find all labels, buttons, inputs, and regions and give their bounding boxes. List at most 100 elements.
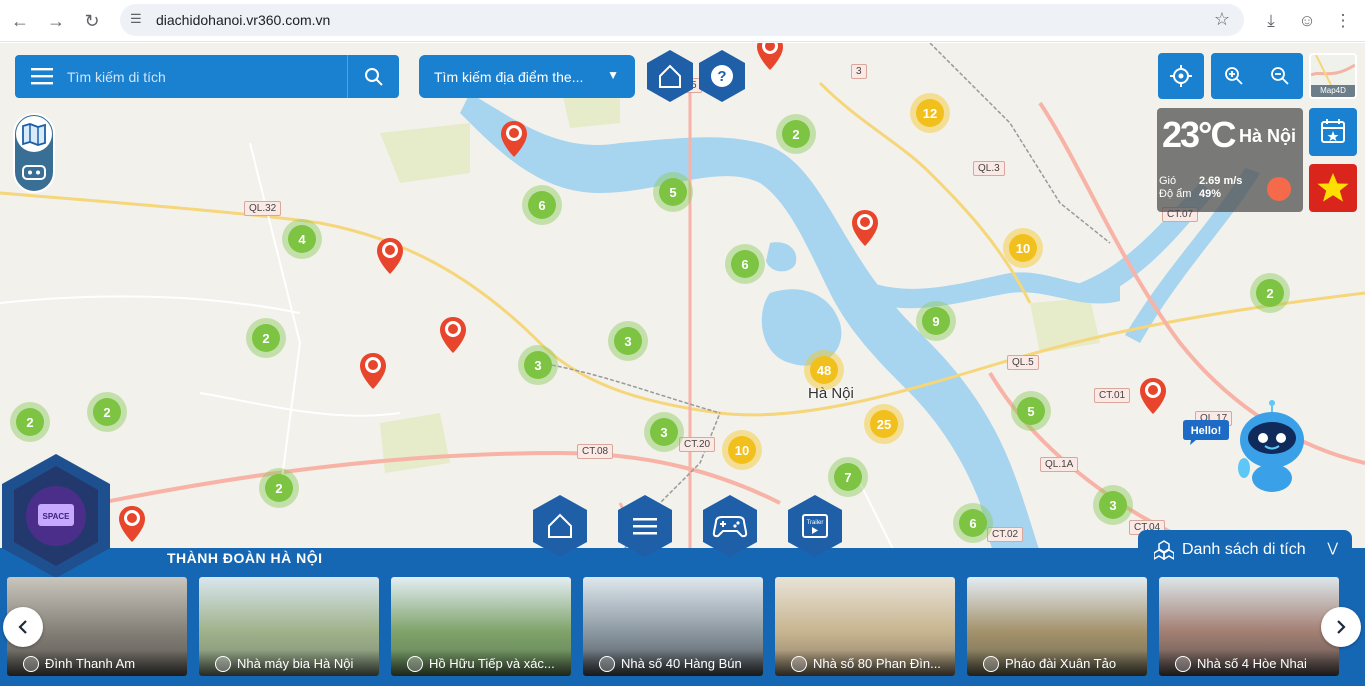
list-icon (633, 518, 657, 535)
location-pin-icon[interactable] (376, 237, 404, 275)
back-icon[interactable]: ← (8, 9, 32, 33)
heritage-card-title: Nhà số 80 Phan Đìn... (813, 656, 941, 671)
hamburger-menu-icon[interactable] (31, 67, 53, 85)
cluster-count: 6 (731, 250, 759, 278)
carousel-next-button[interactable] (1321, 607, 1361, 647)
chevron-down-icon: ▼ (607, 68, 619, 82)
location-pin-icon[interactable] (1139, 377, 1167, 415)
heritage-search-input[interactable] (67, 61, 357, 92)
chatbot-robot-icon[interactable] (1232, 398, 1306, 494)
cluster-count: 6 (528, 191, 556, 219)
cluster-marker[interactable]: 10 (722, 430, 762, 470)
cluster-marker[interactable]: 2 (87, 392, 127, 432)
calendar-button[interactable] (1309, 108, 1357, 156)
home-hex-button[interactable] (646, 49, 694, 103)
cluster-marker[interactable]: 2 (259, 468, 299, 508)
cluster-marker[interactable]: 3 (644, 412, 684, 452)
humidity-label: Độ ẩm (1159, 188, 1192, 200)
cluster-count: 2 (93, 398, 121, 426)
heritage-card[interactable]: Nhà máy bia Hà Nội (199, 577, 379, 676)
vietnam-flag-button[interactable] (1309, 164, 1357, 212)
locate-button[interactable] (1158, 53, 1204, 99)
map4d-layer-button[interactable]: Map4D (1309, 53, 1357, 99)
location-pin-icon[interactable] (118, 505, 146, 543)
cluster-count: 25 (870, 410, 898, 438)
cluster-count: 7 (834, 463, 862, 491)
home-bottom-button[interactable] (532, 494, 588, 558)
cluster-marker[interactable]: 2 (246, 318, 286, 358)
chevron-left-icon (18, 620, 27, 634)
cluster-count: 3 (1099, 491, 1127, 519)
cluster-marker[interactable]: 2 (1250, 273, 1290, 313)
map-view-icon[interactable] (15, 115, 53, 153)
cluster-marker[interactable]: 5 (653, 172, 693, 212)
cluster-marker[interactable]: 6 (953, 503, 993, 543)
road-label-ql32: QL.32 (244, 201, 282, 216)
sun-icon (1267, 177, 1291, 201)
trailer-bottom-button[interactable]: Trailer (787, 494, 843, 558)
site-info-icon[interactable]: ☰ (130, 11, 148, 29)
cluster-marker[interactable]: 12 (910, 93, 950, 133)
zoom-out-button[interactable] (1257, 53, 1303, 99)
cluster-marker[interactable]: 3 (1093, 485, 1133, 525)
forward-icon[interactable]: → (44, 9, 68, 33)
location-pin-icon[interactable] (756, 43, 784, 71)
road-label-ct20: CT.20 (679, 437, 716, 452)
cluster-marker[interactable]: 3 (518, 345, 558, 385)
hello-speech-bubble[interactable]: Hello! (1182, 418, 1230, 446)
panorama-icon (791, 656, 807, 672)
bookmark-star-icon[interactable]: ☆ (1214, 9, 1230, 30)
space-hex-button[interactable]: SPACE (0, 452, 112, 580)
location-pin-icon[interactable] (359, 352, 387, 390)
panorama-icon (215, 656, 231, 672)
help-hex-button[interactable]: ? (698, 49, 746, 103)
cluster-count: 12 (916, 99, 944, 127)
profile-icon[interactable]: ☺ (1295, 9, 1319, 33)
zoom-in-button[interactable] (1211, 53, 1257, 99)
cluster-marker[interactable]: 6 (725, 244, 765, 284)
map4d-label: Map4D (1311, 85, 1355, 97)
cluster-count: 2 (1256, 279, 1284, 307)
hello-text: Hello! (1191, 425, 1222, 437)
crosshair-icon (1170, 65, 1192, 87)
zoom-in-icon (1225, 67, 1243, 85)
browser-menu-icon[interactable]: ⋮ (1331, 9, 1355, 33)
cluster-count: 2 (16, 408, 44, 436)
game-bottom-button[interactable] (702, 494, 758, 558)
heritage-card[interactable]: Pháo đài Xuân Tảo (967, 577, 1147, 676)
heritage-card[interactable]: Hồ Hữu Tiếp và xác... (391, 577, 571, 676)
cluster-marker[interactable]: 25 (864, 404, 904, 444)
cluster-marker[interactable]: 7 (828, 457, 868, 497)
cluster-marker[interactable]: 4 (282, 219, 322, 259)
humidity-value: 49% (1199, 188, 1222, 200)
cluster-marker[interactable]: 2 (776, 114, 816, 154)
cluster-marker[interactable]: 5 (1011, 391, 1051, 431)
map-thumbnail-icon (1311, 55, 1355, 86)
cluster-marker[interactable]: 3 (608, 321, 648, 361)
location-pin-icon[interactable] (439, 316, 467, 354)
carousel-prev-button[interactable] (3, 607, 43, 647)
svg-text:?: ? (717, 68, 726, 85)
cluster-marker[interactable]: 6 (522, 185, 562, 225)
location-pin-icon[interactable] (851, 209, 879, 247)
cluster-marker[interactable]: 2 (10, 402, 50, 442)
search-button[interactable] (347, 55, 399, 98)
heritage-card[interactable]: Nhà số 40 Hàng Bún (583, 577, 763, 676)
heritage-card[interactable]: Nhà số 4 Hòe Nhai (1159, 577, 1339, 676)
heritage-list-toggle[interactable]: Danh sách di tích ⋁ (1138, 530, 1352, 570)
space-label: SPACE (43, 512, 71, 521)
menu-bottom-button[interactable] (617, 494, 673, 558)
cluster-marker[interactable]: 9 (916, 301, 956, 341)
location-search-dropdown[interactable]: Tìm kiếm địa điểm the... ▼ (419, 55, 635, 98)
location-search-label: Tìm kiếm địa điểm the... (434, 69, 584, 85)
reload-icon[interactable]: ↻ (80, 9, 104, 33)
address-bar[interactable]: ☰ diachidohanoi.vr360.com.vn ☆ (120, 4, 1244, 36)
zoom-out-icon (1271, 67, 1289, 85)
location-pin-icon[interactable] (500, 120, 528, 158)
url-text: diachidohanoi.vr360.com.vn (156, 12, 331, 28)
cluster-marker[interactable]: 10 (1003, 228, 1043, 268)
vr-headset-icon[interactable] (15, 153, 53, 191)
heritage-card[interactable]: Nhà số 80 Phan Đìn... (775, 577, 955, 676)
cluster-marker[interactable]: 48 (804, 350, 844, 390)
download-icon[interactable]: ⤓ (1259, 9, 1283, 33)
